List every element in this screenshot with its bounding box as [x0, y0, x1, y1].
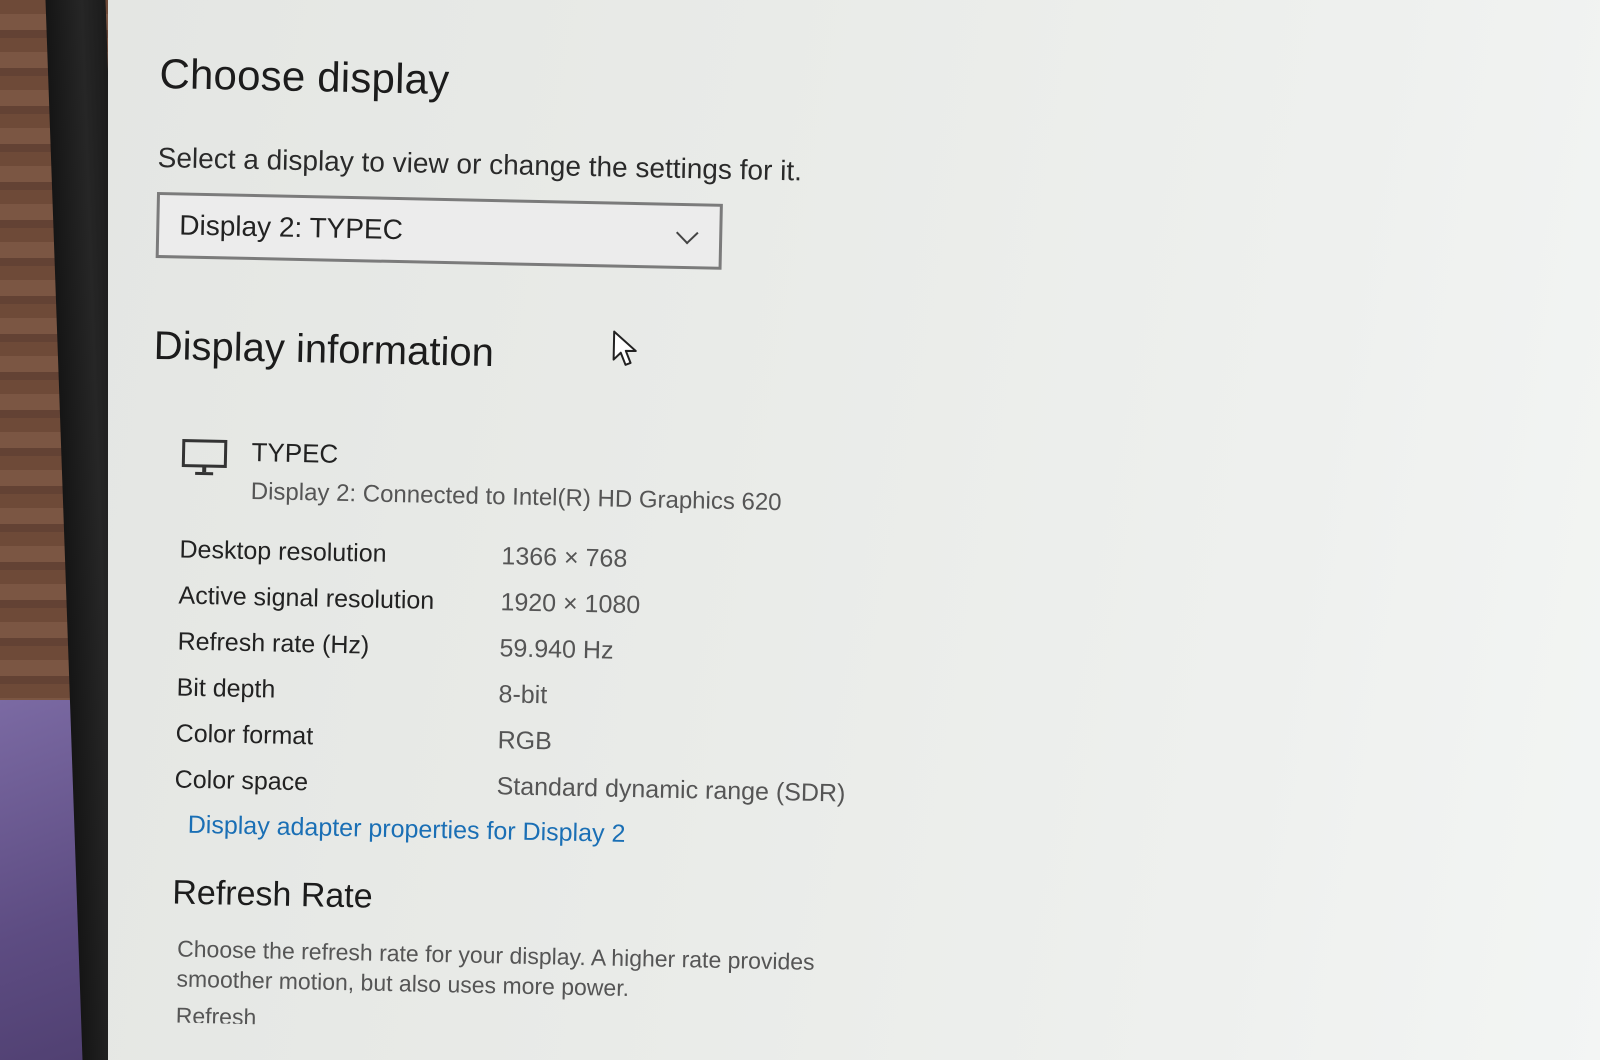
refresh-rate-description: Choose the refresh rate for your display… [176, 935, 815, 1001]
display-settings-page: Choose display Select a display to view … [140, 50, 1260, 1045]
display-dropdown[interactable]: Display 2: TYPEC [155, 191, 723, 270]
info-label: Desktop resolution [179, 535, 387, 568]
info-value: RGB [497, 725, 553, 755]
display-information-heading: Display information [153, 323, 495, 376]
choose-display-heading: Choose display [159, 50, 450, 104]
settings-window: Choose display Select a display to view … [108, 0, 1600, 1060]
display-info-table: Desktop resolution 1366 × 768 Active sig… [174, 527, 1250, 825]
device-name: TYPEC [251, 437, 339, 469]
refresh-rate-label-cut-off: Refresh [175, 1002, 257, 1031]
info-label: Refresh rate (Hz) [177, 627, 370, 660]
info-value: 1366 × 768 [501, 541, 628, 573]
info-label: Active signal resolution [178, 581, 435, 615]
info-value: Standard dynamic range (SDR) [496, 771, 846, 808]
mouse-cursor-icon [612, 330, 637, 366]
info-label: Color format [175, 718, 314, 750]
info-value: 8-bit [498, 679, 548, 709]
info-label: Bit depth [176, 672, 276, 704]
refresh-rate-heading: Refresh Rate [171, 873, 374, 916]
display-dropdown-value: Display 2: TYPEC [179, 209, 404, 246]
info-label: Color space [174, 764, 309, 796]
device-description: Display 2: Connected to Intel(R) HD Grap… [250, 478, 782, 517]
chevron-down-icon [675, 223, 702, 250]
device-summary: TYPEC Display 2: Connected to Intel(R) H… [180, 436, 1251, 527]
monitor-icon [181, 439, 228, 476]
choose-display-instruction: Select a display to view or change the s… [157, 141, 803, 187]
info-value: 1920 × 1080 [500, 587, 641, 619]
info-value: 59.940 Hz [499, 633, 614, 665]
